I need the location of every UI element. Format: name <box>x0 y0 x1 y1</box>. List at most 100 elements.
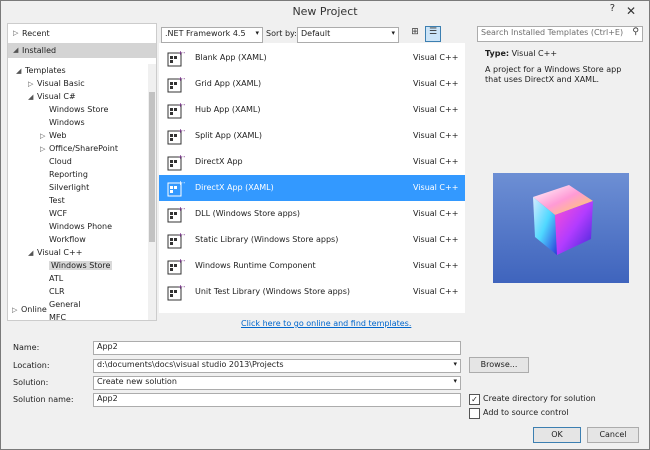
tree-item[interactable]: CLR <box>40 285 65 298</box>
find-online-templates-link[interactable]: Click here to go online and find templat… <box>241 319 411 328</box>
tree-item-label: Visual Basic <box>37 79 85 88</box>
tree-item-label: WCF <box>49 209 68 218</box>
template-name: Hub App (XAML) <box>195 105 261 114</box>
create-directory-checkbox[interactable]: ✓ <box>469 394 480 405</box>
chevron-down-icon[interactable]: ◢ <box>28 247 37 260</box>
tree-item[interactable]: ▷ Web <box>40 129 66 142</box>
template-row[interactable]: ++ Unit Test Library (Windows Store apps)… <box>159 279 465 305</box>
svg-text:++: ++ <box>178 76 185 83</box>
template-row[interactable]: ++ DLL (Windows Store apps) Visual C++ <box>159 201 465 227</box>
template-row[interactable]: ++ DirectX App (XAML) Visual C++ <box>159 175 465 201</box>
tree-item[interactable]: Windows Phone <box>40 220 112 233</box>
svg-text:++: ++ <box>178 154 185 161</box>
svg-text:++: ++ <box>178 206 185 213</box>
small-icons-view-icon[interactable]: ⊞ <box>409 27 421 41</box>
template-row[interactable]: ++ DirectX App Visual C++ <box>159 149 465 175</box>
installed-section[interactable]: ◢ Installed <box>8 43 156 58</box>
add-source-control-label: Add to source control <box>483 408 569 417</box>
tree-item-label: ATL <box>49 274 64 283</box>
tree-scrollbar[interactable] <box>148 64 156 320</box>
new-project-dialog: New Project ? ✕ ▷ Recent ◢ Installed ◢ Te… <box>0 0 650 450</box>
tree-item[interactable]: Windows <box>40 116 85 129</box>
template-row[interactable]: ++ Hub App (XAML) Visual C++ <box>159 97 465 123</box>
add-source-control-checkbox[interactable] <box>469 408 480 419</box>
chevron-down-icon: ▾ <box>453 360 457 368</box>
recent-section[interactable]: ▷ Recent <box>8 26 156 41</box>
template-name: Unit Test Library (Windows Store apps) <box>195 287 351 296</box>
list-view-icon[interactable]: ☰ <box>425 26 441 42</box>
solution-name-field[interactable]: App2 <box>93 393 461 407</box>
sort-select[interactable]: Default ▾ <box>297 27 399 43</box>
tree-item[interactable]: ◢ Visual C++ <box>28 246 82 259</box>
tree-item-label: CLR <box>49 287 65 296</box>
template-language: Visual C++ <box>413 79 459 88</box>
chevron-down-icon: ▾ <box>453 377 457 385</box>
ok-button[interactable]: OK <box>533 427 581 443</box>
tree-item-label: Windows Phone <box>49 222 113 231</box>
chevron-down-icon[interactable]: ◢ <box>28 91 37 104</box>
chevron-down-icon[interactable]: ◢ <box>16 65 25 78</box>
tree-item[interactable]: ▷ Office/SharePoint <box>40 142 118 155</box>
template-row[interactable]: ++ Windows Runtime Component Visual C++ <box>159 253 465 279</box>
cpp-project-icon: ++ <box>167 49 188 67</box>
location-field[interactable]: d:\documents\docs\visual studio 2013\Pro… <box>93 359 461 373</box>
tree-item[interactable]: WCF <box>40 207 67 220</box>
scrollbar-thumb[interactable] <box>149 92 155 242</box>
template-name: Split App (XAML) <box>195 131 263 140</box>
cpp-project-icon: ++ <box>167 257 188 275</box>
browse-button[interactable]: Browse... <box>469 357 529 373</box>
cancel-button[interactable]: Cancel <box>587 427 639 443</box>
template-language: Visual C++ <box>413 235 459 244</box>
template-row[interactable]: ++ Static Library (Windows Store apps) Vis… <box>159 227 465 253</box>
framework-select[interactable]: .NET Framework 4.5 ▾ <box>161 27 263 43</box>
chevron-right-icon: ▷ <box>12 306 18 314</box>
tree-item-label: Workflow <box>49 235 86 244</box>
tree-item[interactable]: Test <box>40 194 65 207</box>
template-row[interactable]: ++ Split App (XAML) Visual C++ <box>159 123 465 149</box>
tree-item[interactable]: Reporting <box>40 168 88 181</box>
chevron-down-icon: ▾ <box>391 29 395 37</box>
template-name: Blank App (XAML) <box>195 53 267 62</box>
template-row[interactable]: ++ Blank App (XAML) Visual C++ <box>159 45 465 71</box>
tree-item[interactable]: Workflow <box>40 233 86 246</box>
close-button[interactable]: ✕ <box>619 3 643 19</box>
template-name: DLL (Windows Store apps) <box>195 209 301 218</box>
tree-item[interactable]: Windows Store <box>40 259 113 272</box>
template-description: A project for a Windows Store app that u… <box>485 65 622 84</box>
search-templates-input[interactable]: Search Installed Templates (Ctrl+E) ⚲ <box>477 26 643 42</box>
tree-item[interactable]: ATL <box>40 272 63 285</box>
cpp-project-icon: ++ <box>167 127 188 145</box>
template-language: Visual C++ <box>413 105 459 114</box>
online-section[interactable]: ▷ Online <box>1 303 155 317</box>
tree-item-label: Visual C# <box>37 92 76 101</box>
search-icon[interactable]: ⚲ <box>632 27 639 37</box>
framework-value: .NET Framework 4.5 <box>165 29 246 38</box>
template-name: DirectX App <box>195 157 243 166</box>
recent-label: Recent <box>22 29 50 38</box>
svg-text:++: ++ <box>178 102 185 109</box>
dialog-title: New Project <box>292 5 358 18</box>
tree-item-label: Windows <box>49 118 85 127</box>
tree-item-label: Web <box>49 131 67 140</box>
tree-item-label: Windows Store <box>49 105 109 114</box>
name-label: Name: <box>13 343 40 352</box>
tree-item[interactable]: Windows Store <box>40 103 108 116</box>
tree-item[interactable]: Silverlight <box>40 181 89 194</box>
tree-item[interactable]: ▷ Visual Basic <box>28 77 85 90</box>
name-field[interactable]: App2 <box>93 341 461 355</box>
solution-select[interactable]: Create new solution ▾ <box>93 376 461 390</box>
tree-item-label: Reporting <box>49 170 88 179</box>
template-name: Static Library (Windows Store apps) <box>195 235 339 244</box>
tree-item[interactable]: ◢ Visual C# <box>28 90 76 103</box>
solution-name-label: Solution name: <box>13 395 74 404</box>
tree-item[interactable]: ◢ Templates <box>16 64 66 77</box>
search-placeholder: Search Installed Templates (Ctrl+E) <box>481 28 624 37</box>
online-label: Online <box>21 305 47 314</box>
template-details: Type: Visual C++ A project for a Windows… <box>477 43 641 313</box>
cpp-project-icon: ++ <box>167 283 188 301</box>
help-button[interactable]: ? <box>610 3 615 14</box>
solution-value: Create new solution <box>97 377 177 386</box>
tree-item-label: Templates <box>25 66 66 75</box>
tree-item[interactable]: Cloud <box>40 155 72 168</box>
template-row[interactable]: ++ Grid App (XAML) Visual C++ <box>159 71 465 97</box>
